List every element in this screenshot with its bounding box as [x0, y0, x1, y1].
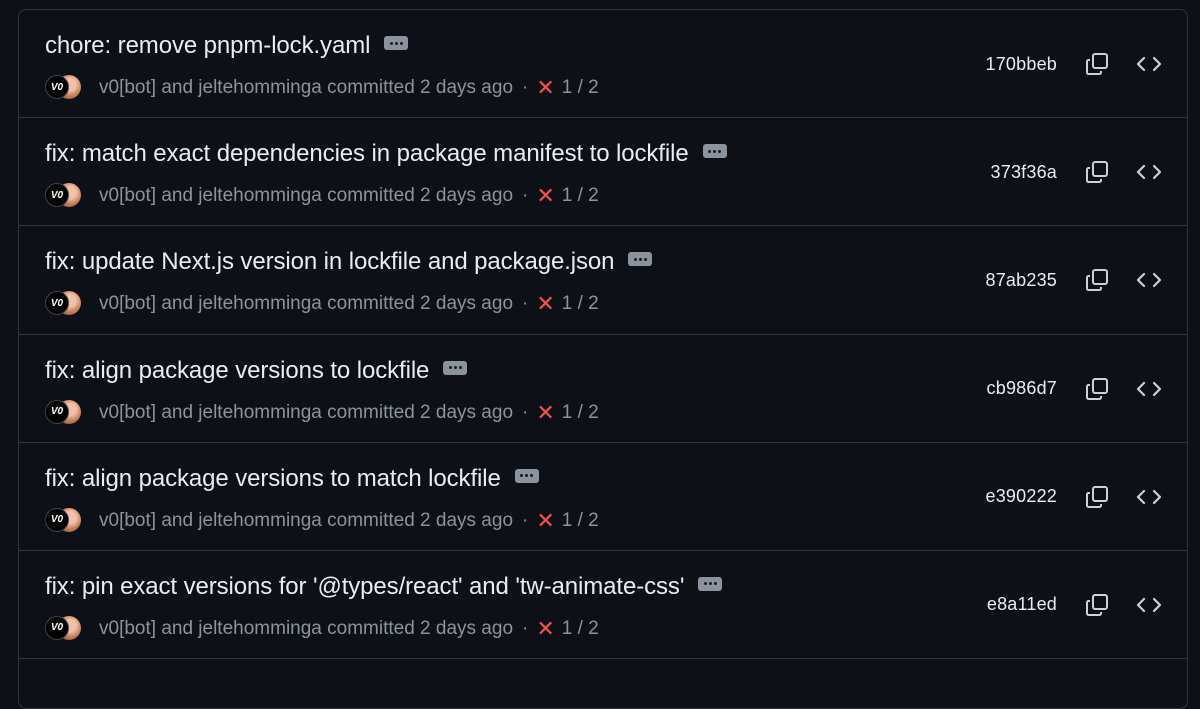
- separator: ·: [522, 617, 529, 639]
- author-avatars[interactable]: V0: [45, 290, 83, 318]
- check-status-count[interactable]: 1 / 2: [562, 77, 599, 99]
- separator: ·: [522, 293, 529, 315]
- avatar-v0-bot: V0: [45, 615, 69, 640]
- x-icon[interactable]: ✕: [536, 185, 554, 207]
- avatar-v0-bot: V0: [45, 183, 69, 208]
- code-icon: [1136, 489, 1162, 504]
- browse-repo-button[interactable]: [1131, 262, 1167, 298]
- commit-sha-link[interactable]: 87ab235: [986, 270, 1057, 291]
- copy-sha-button[interactable]: [1079, 46, 1115, 82]
- author-avatars[interactable]: V0: [45, 507, 83, 535]
- author-avatars[interactable]: V0: [45, 399, 83, 427]
- commit-row: fix: pin exact versions for '@types/reac…: [19, 551, 1187, 660]
- copy-icon: [1086, 53, 1108, 75]
- browse-repo-button[interactable]: [1131, 154, 1167, 190]
- commit-row: fix: align package versions to match loc…: [19, 443, 1187, 551]
- copy-sha-button[interactable]: [1079, 587, 1115, 623]
- avatar-v0-bot: V0: [45, 507, 69, 532]
- expand-message-button[interactable]: [628, 252, 653, 267]
- commit-sha-link[interactable]: e390222: [986, 486, 1057, 507]
- author-avatars[interactable]: V0: [45, 615, 83, 643]
- commit-row: fix: update Next.js version in lockfile …: [19, 226, 1187, 335]
- commit-row: fix: match exact dependencies in package…: [19, 118, 1187, 227]
- x-icon[interactable]: ✕: [536, 617, 554, 640]
- copy-icon: [1086, 593, 1108, 616]
- code-icon: [1136, 56, 1162, 72]
- separator: ·: [522, 509, 529, 531]
- commit-authors: v0[bot] and jeltehomminga committed 2 da…: [99, 293, 514, 315]
- commit-authors: v0[bot] and jeltehomminga committed 2 da…: [99, 77, 514, 98]
- expand-message-button[interactable]: [384, 36, 409, 50]
- check-status-count[interactable]: 1 / 2: [562, 402, 599, 424]
- check-status-count[interactable]: 1 / 2: [562, 510, 599, 532]
- copy-sha-button[interactable]: [1079, 154, 1115, 190]
- commit-title-link[interactable]: fix: update Next.js version in lockfile …: [45, 248, 614, 276]
- commit-authors: v0[bot] and jeltehomminga committed 2 da…: [99, 185, 514, 207]
- commit-authors: v0[bot] and jeltehomminga committed 2 da…: [99, 617, 514, 639]
- separator: ·: [522, 185, 529, 207]
- copy-icon: [1086, 269, 1108, 292]
- copy-icon: [1086, 485, 1108, 508]
- code-icon: [1136, 165, 1162, 180]
- copy-sha-button[interactable]: [1079, 479, 1115, 515]
- commit-title-link[interactable]: fix: align package versions to match loc…: [45, 465, 501, 493]
- commit-row: fix: align package versions to lockfile …: [19, 335, 1187, 443]
- x-icon[interactable]: ✕: [536, 293, 554, 315]
- check-status-count[interactable]: 1 / 2: [562, 293, 599, 315]
- commit-authors: v0[bot] and jeltehomminga committed 2 da…: [99, 401, 514, 423]
- commit-sha-link[interactable]: 373f36a: [991, 162, 1057, 183]
- code-icon: [1136, 597, 1162, 613]
- copy-icon: [1086, 161, 1108, 184]
- browse-repo-button[interactable]: [1131, 46, 1167, 82]
- commit-title-link[interactable]: fix: match exact dependencies in package…: [45, 140, 689, 168]
- code-icon: [1136, 381, 1162, 396]
- commit-row: chore: remove pnpm-lock.yaml V0 v0[bot] …: [19, 10, 1187, 119]
- expand-message-button[interactable]: [702, 144, 727, 159]
- commit-sha-link[interactable]: e8a11ed: [987, 594, 1057, 615]
- commit-list: chore: remove pnpm-lock.yaml V0 v0[bot] …: [18, 9, 1188, 709]
- code-icon: [1136, 273, 1162, 288]
- copy-sha-button[interactable]: [1079, 371, 1115, 407]
- x-icon[interactable]: ✕: [536, 401, 554, 424]
- expand-message-button[interactable]: [443, 360, 468, 375]
- copy-sha-button[interactable]: [1079, 262, 1115, 298]
- commit-title-link[interactable]: fix: align package versions to lockfile: [45, 357, 429, 385]
- author-avatars[interactable]: V0: [45, 74, 83, 102]
- avatar-v0-bot: V0: [45, 75, 69, 99]
- expand-message-button[interactable]: [698, 576, 723, 591]
- check-status-count[interactable]: 1 / 2: [562, 185, 599, 207]
- copy-icon: [1086, 377, 1108, 400]
- separator: ·: [522, 401, 529, 423]
- commit-authors: v0[bot] and jeltehomminga committed 2 da…: [99, 509, 514, 531]
- browse-repo-button[interactable]: [1131, 587, 1167, 623]
- browse-repo-button[interactable]: [1131, 479, 1167, 515]
- x-icon[interactable]: ✕: [536, 77, 554, 99]
- expand-message-button[interactable]: [514, 468, 539, 483]
- separator: ·: [522, 77, 529, 98]
- commit-title-link[interactable]: fix: pin exact versions for '@types/reac…: [45, 573, 684, 601]
- check-status-count[interactable]: 1 / 2: [562, 618, 599, 640]
- author-avatars[interactable]: V0: [45, 182, 83, 210]
- avatar-v0-bot: V0: [45, 399, 69, 424]
- browse-repo-button[interactable]: [1131, 371, 1167, 407]
- commit-sha-link[interactable]: cb986d7: [987, 378, 1057, 399]
- commit-sha-link[interactable]: 170bbeb: [986, 54, 1057, 75]
- x-icon[interactable]: ✕: [536, 509, 554, 532]
- commit-title-link[interactable]: chore: remove pnpm-lock.yaml: [45, 32, 370, 60]
